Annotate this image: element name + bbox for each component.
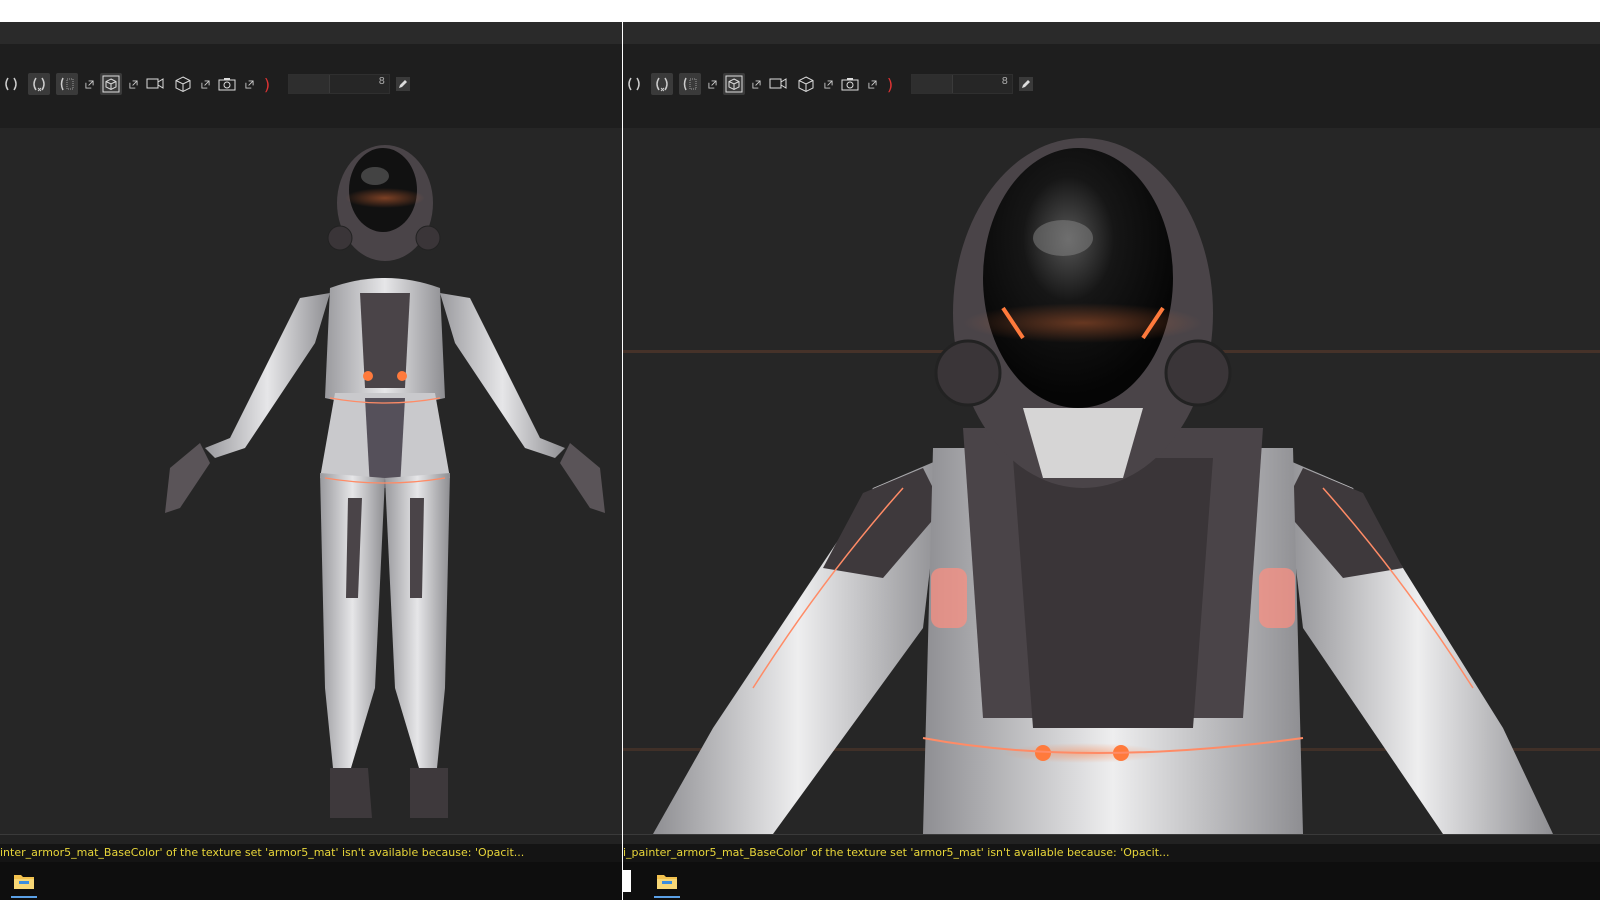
- value-field[interactable]: 8: [911, 74, 1013, 94]
- cube-select-icon[interactable]: [100, 73, 122, 95]
- mirror-icon[interactable]: [0, 73, 22, 95]
- pencil-icon[interactable]: [396, 77, 410, 91]
- screenshot-camera-icon[interactable]: [216, 73, 238, 95]
- camera-video-icon[interactable]: [144, 73, 166, 95]
- 3d-viewport[interactable]: [623, 128, 1600, 834]
- red-bracket-icon[interactable]: ): [260, 75, 274, 94]
- 3d-viewport[interactable]: [0, 128, 622, 834]
- camera-video-icon[interactable]: [767, 73, 789, 95]
- file-explorer-icon: [657, 875, 677, 889]
- popout-icon[interactable]: [200, 79, 210, 89]
- character-model-full-body: [165, 145, 605, 818]
- title-strip: [0, 22, 622, 44]
- viewer-panel-left: ) 8 inter_armor5_mat_BaseColor' of the t…: [0, 22, 622, 900]
- popout-icon[interactable]: [823, 79, 833, 89]
- red-bracket-icon[interactable]: ): [883, 75, 897, 94]
- app-edge-icon[interactable]: [623, 870, 631, 892]
- mirror-x-icon[interactable]: [28, 73, 50, 95]
- cube-select-icon[interactable]: [723, 73, 745, 95]
- popout-icon[interactable]: [244, 79, 254, 89]
- log-message: i_painter_armor5_mat_BaseColor' of the t…: [623, 844, 1600, 862]
- pencil-icon[interactable]: [1019, 77, 1033, 91]
- popout-icon[interactable]: [128, 79, 138, 89]
- log-message: inter_armor5_mat_BaseColor' of the textu…: [0, 844, 622, 862]
- screenshot-camera-icon[interactable]: [839, 73, 861, 95]
- viewport-toolbar: ) 8: [0, 44, 622, 128]
- file-explorer-icon: [14, 875, 34, 889]
- popout-icon[interactable]: [84, 79, 94, 89]
- taskbar: [623, 862, 1600, 900]
- title-strip: [623, 22, 1600, 44]
- file-explorer-button[interactable]: [652, 866, 682, 898]
- value-field[interactable]: 8: [288, 74, 390, 94]
- file-explorer-button[interactable]: [9, 866, 39, 898]
- viewer-panel-right: ) 8 i_painter_armor5_mat_BaseColor' of t…: [623, 22, 1600, 900]
- cube-icon[interactable]: [795, 73, 817, 95]
- popout-icon[interactable]: [751, 79, 761, 89]
- mirror-x-icon[interactable]: [651, 73, 673, 95]
- mirror-icon[interactable]: [623, 73, 645, 95]
- character-model-closeup: [623, 138, 1600, 834]
- popout-icon[interactable]: [867, 79, 877, 89]
- mirror-pattern-icon[interactable]: [56, 73, 78, 95]
- cube-icon[interactable]: [172, 73, 194, 95]
- taskbar: [0, 862, 622, 900]
- popout-icon[interactable]: [707, 79, 717, 89]
- viewport-toolbar: ) 8: [623, 44, 1600, 128]
- mirror-pattern-icon[interactable]: [679, 73, 701, 95]
